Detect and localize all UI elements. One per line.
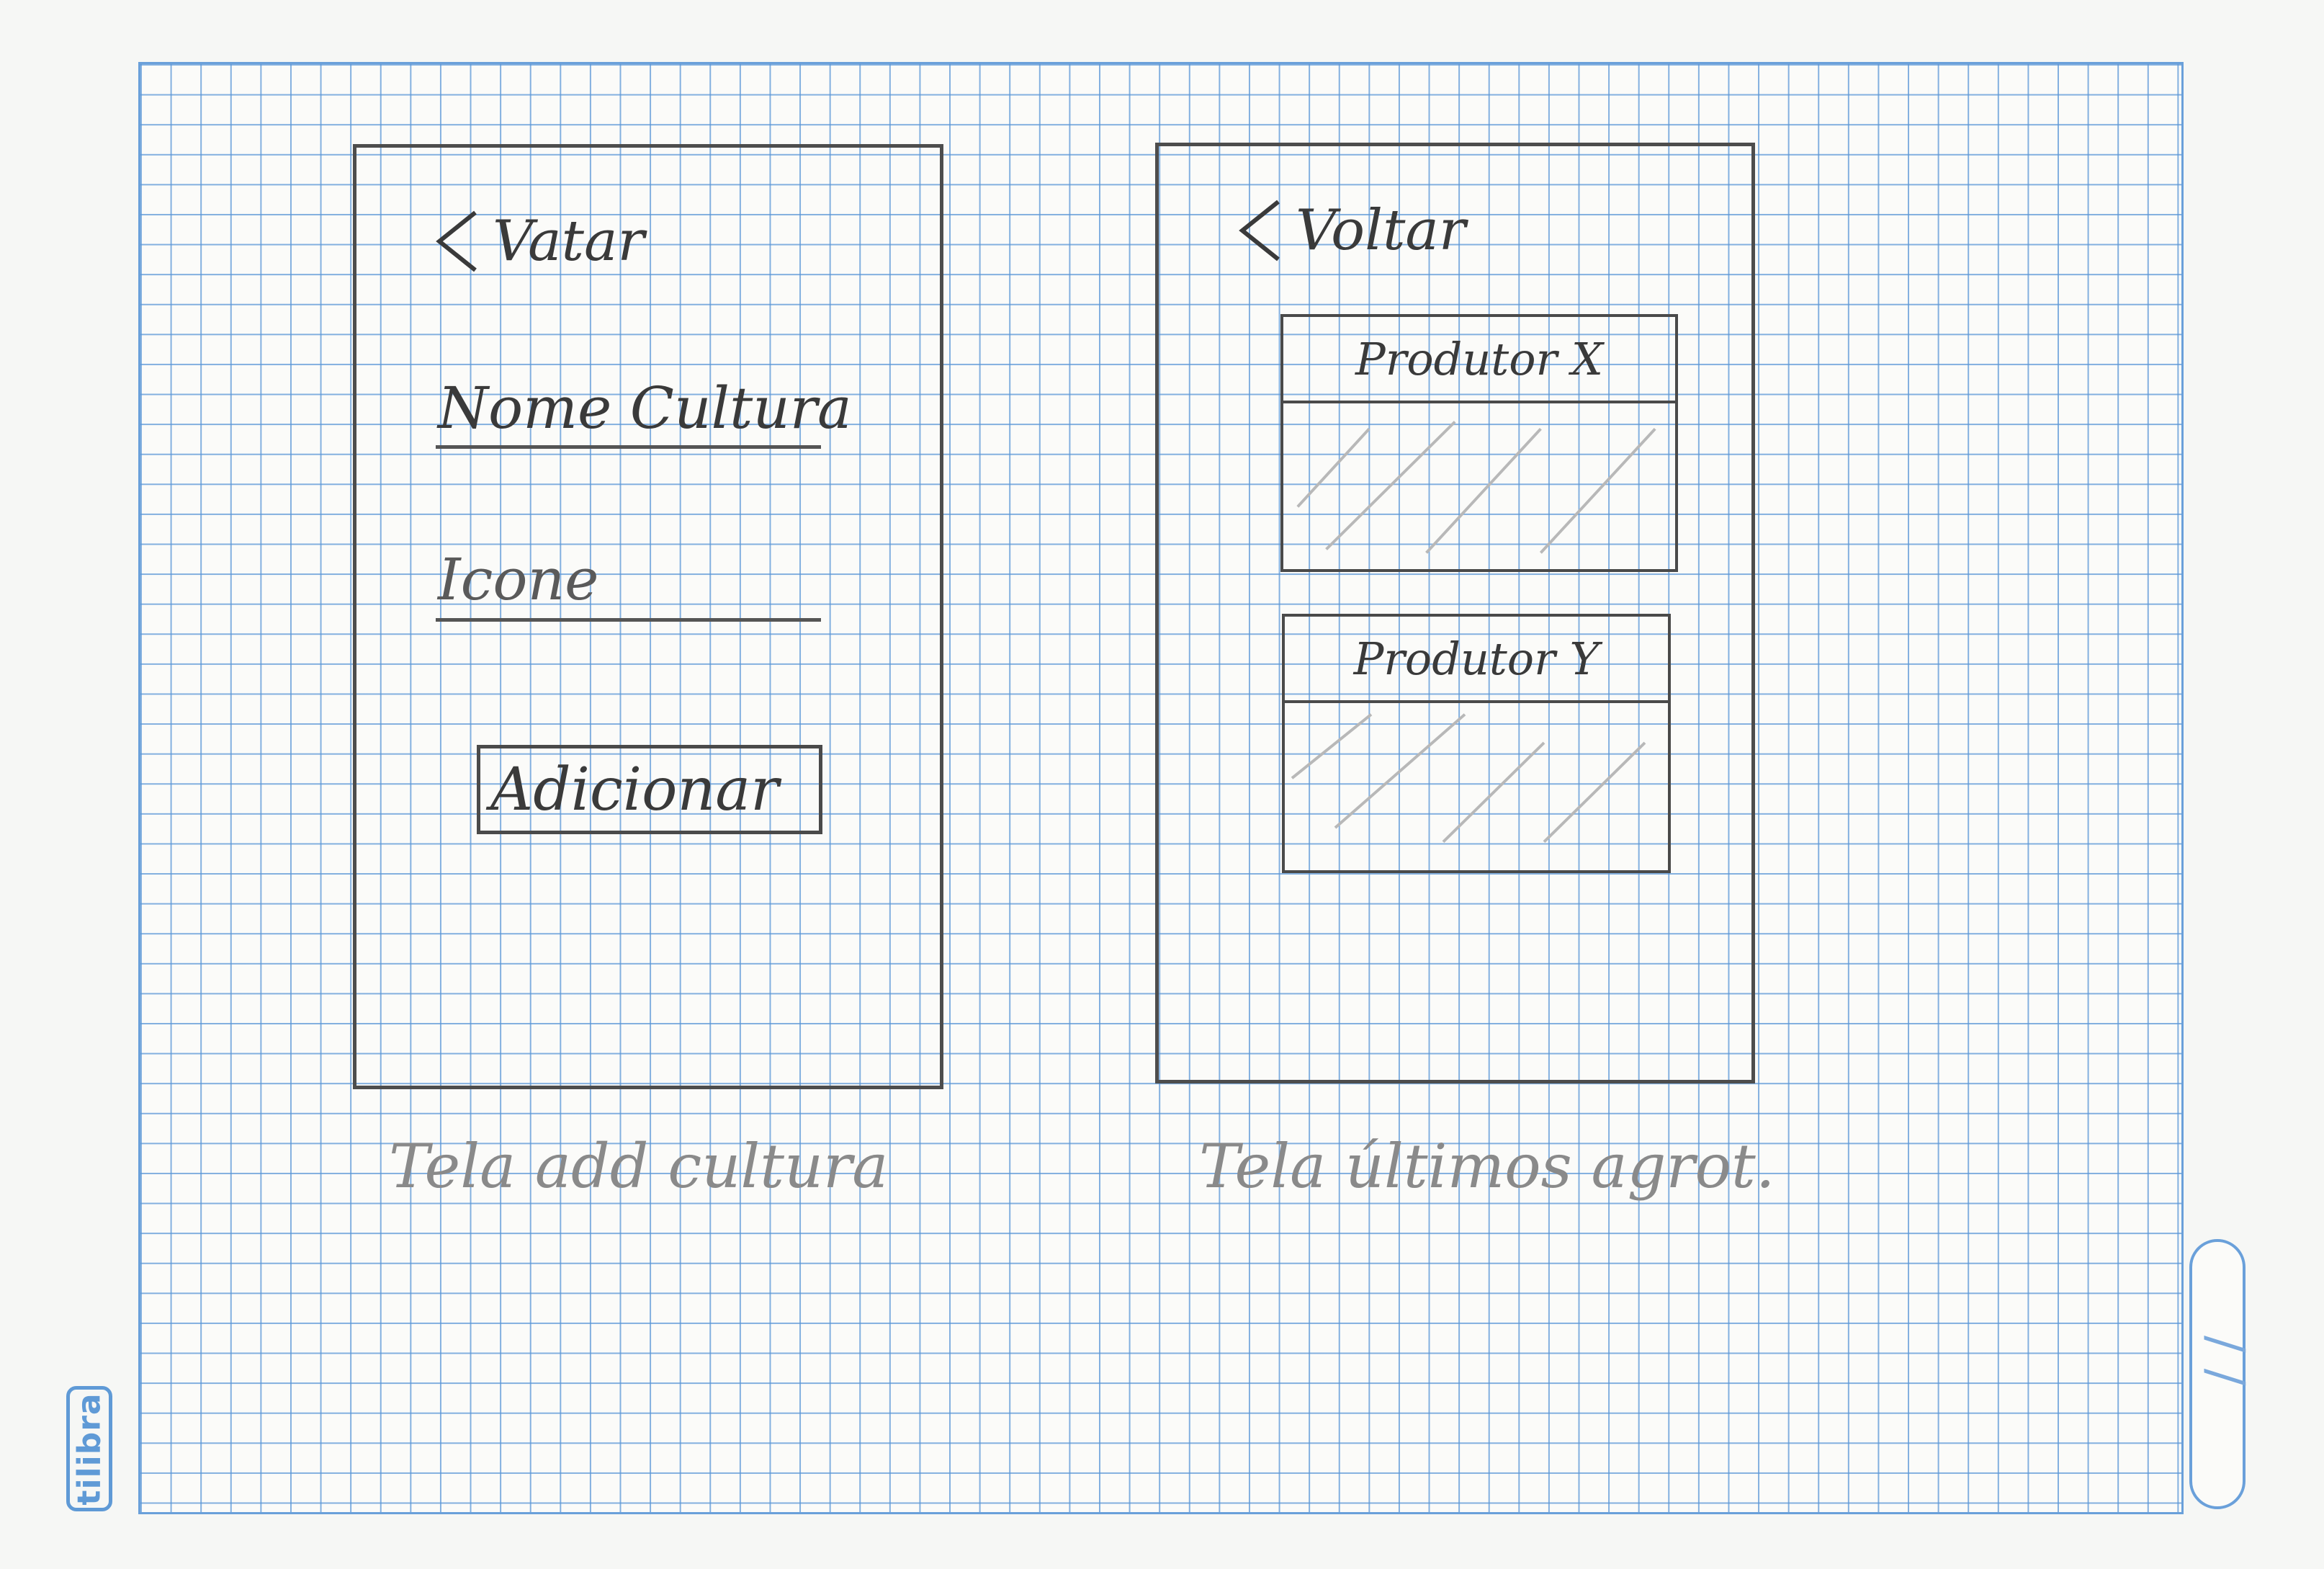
chevron-left-icon bbox=[436, 210, 477, 272]
back-label: Vatar bbox=[493, 209, 645, 274]
date-mark: / / bbox=[2197, 1336, 2256, 1386]
phone-frame-latest-products bbox=[1155, 143, 1755, 1083]
card-title: Produtor X bbox=[1355, 332, 1604, 385]
graph-paper-sheet: Vatar Nome Cultura Icone Adicionar Tela … bbox=[0, 0, 2324, 1569]
back-label: Voltar bbox=[1296, 198, 1466, 263]
back-button-2[interactable]: Voltar bbox=[1235, 198, 1466, 263]
screen-caption-add-culture: Tela add cultura bbox=[389, 1131, 889, 1202]
field-label-icon: Icone bbox=[438, 546, 599, 613]
brand-logo: tilibra bbox=[66, 1386, 112, 1511]
card-header: Produtor X bbox=[1283, 317, 1675, 403]
add-button-label: Adicionar bbox=[490, 755, 779, 824]
field-label-culture-name: Nome Cultura bbox=[438, 375, 852, 442]
chevron-left-icon bbox=[1239, 200, 1280, 262]
culture-name-input[interactable] bbox=[436, 445, 821, 449]
phone-frame-add-culture bbox=[353, 144, 943, 1089]
back-button[interactable]: Vatar bbox=[432, 209, 645, 274]
add-button[interactable]: Adicionar bbox=[477, 745, 822, 834]
product-card[interactable]: Produtor X bbox=[1280, 314, 1678, 572]
brand-name: tilibra bbox=[71, 1392, 108, 1506]
image-placeholder bbox=[1291, 713, 1646, 844]
card-header: Produtor Y bbox=[1285, 617, 1668, 703]
image-placeholder bbox=[1296, 421, 1656, 554]
date-box: / / bbox=[2189, 1239, 2256, 1509]
card-title: Produtor Y bbox=[1353, 632, 1600, 685]
icon-input[interactable] bbox=[436, 618, 821, 622]
product-card[interactable]: Produtor Y bbox=[1282, 614, 1671, 873]
screen-caption-latest-products: Tela últimos agrot. bbox=[1199, 1131, 1775, 1202]
